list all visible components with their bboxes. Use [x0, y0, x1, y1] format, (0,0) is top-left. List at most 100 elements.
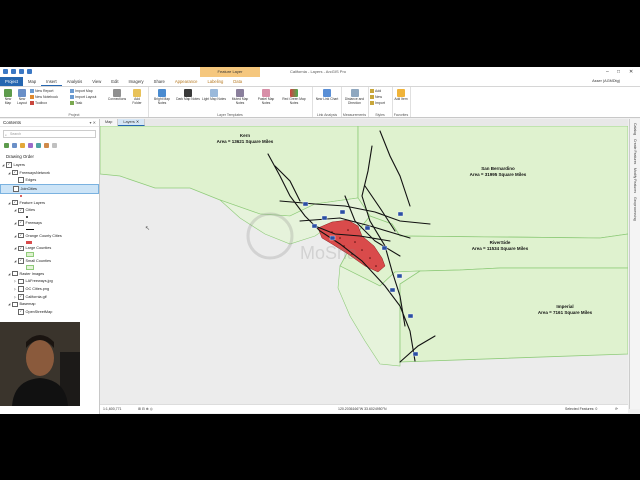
layer-row[interactable]: JoinCities	[0, 184, 99, 194]
layer-row[interactable]: Edges	[0, 176, 99, 184]
minimize-icon[interactable]: –	[606, 67, 609, 77]
layer-visibility-checkbox[interactable]: ✓	[6, 162, 12, 168]
expand-arrow-icon[interactable]: ▷	[14, 279, 17, 283]
template-red-green-button[interactable]: Red Green Map Notes	[280, 89, 308, 105]
new-map-button[interactable]: New Map	[2, 89, 14, 105]
template-pastel-button[interactable]: Pastel Map Notes	[254, 89, 278, 105]
layer-row[interactable]: ▷ OC Cities.png	[0, 285, 99, 293]
map-view[interactable]: Map Layers ✕ MoSha Kern Area = 13621 Squ…	[100, 119, 628, 409]
layer-row[interactable]: ◢ ✓ Small Counties	[0, 257, 99, 265]
undo-icon[interactable]	[19, 69, 24, 74]
refresh-icon[interactable]: ⟳	[615, 405, 618, 413]
new-report-button[interactable]: New Report	[30, 89, 53, 93]
layer-row[interactable]: ◢ ✓ FreewaysNetwork	[0, 169, 99, 177]
task-button[interactable]: Task	[70, 101, 82, 105]
layer-visibility-checkbox[interactable]	[12, 301, 18, 308]
style-add-button[interactable]: Add	[370, 89, 381, 93]
distance-direction-button[interactable]: Distance and Direction	[342, 89, 367, 105]
expand-arrow-icon[interactable]: ◢	[14, 234, 17, 238]
layer-row[interactable]: ◢ ✓ Large Counties	[0, 245, 99, 253]
signin-user[interactable]: Asser (AGMDtg)	[592, 77, 620, 86]
county-san-bernardino[interactable]	[357, 126, 628, 239]
new-notebook-button[interactable]: New Notebook	[30, 95, 58, 99]
layer-visibility-checkbox[interactable]	[18, 286, 24, 292]
maximize-icon[interactable]: □	[617, 67, 620, 77]
expand-arrow-icon[interactable]: ◢	[2, 163, 5, 167]
expand-arrow-icon[interactable]: ▷	[14, 295, 17, 299]
expand-arrow-icon[interactable]: ◢	[14, 246, 17, 250]
layer-visibility-checkbox[interactable]: ✓	[18, 258, 24, 264]
expand-arrow-icon[interactable]: ◢	[14, 259, 17, 263]
layer-visibility-checkbox[interactable]: ✓	[18, 207, 24, 214]
template-light-button[interactable]: Light Map Notes	[202, 89, 226, 102]
tab-project[interactable]: Project	[0, 77, 24, 86]
tab-map[interactable]: Map	[23, 77, 41, 86]
open-icon[interactable]	[11, 69, 16, 74]
layer-row[interactable]: ◢ ✓ Freeways	[0, 219, 99, 227]
close-icon[interactable]: ✕	[629, 67, 633, 77]
toolbox-button[interactable]: Toolbox	[30, 101, 47, 105]
layer-visibility-checkbox[interactable]	[18, 278, 24, 285]
new-layout-button[interactable]: New Layout	[16, 89, 28, 105]
county-imperial[interactable]	[399, 267, 628, 363]
layer-visibility-checkbox[interactable]: ✓	[18, 309, 24, 315]
tab-edit[interactable]: Edit	[106, 77, 123, 86]
layer-visibility-checkbox[interactable]: ✓	[18, 294, 24, 300]
layer-row[interactable]: ✓ OpenStreetMap	[0, 308, 99, 316]
template-bright-button[interactable]: Bright Map Notes	[150, 89, 174, 105]
new-link-chart-button[interactable]: New Link Chart	[315, 89, 339, 102]
expand-arrow-icon[interactable]: ◢	[14, 208, 17, 212]
tab-appearance[interactable]: Appearance	[170, 77, 203, 86]
tab-data[interactable]: Data	[228, 77, 247, 86]
snapping-icon[interactable]	[36, 142, 41, 148]
charts-icon[interactable]	[52, 142, 57, 148]
expand-arrow-icon[interactable]: ◢	[8, 201, 11, 205]
import-layout-button[interactable]: Import Layout	[70, 95, 96, 99]
layer-row[interactable]: ◢ Raster Images	[0, 270, 99, 278]
layer-visibility-checkbox[interactable]: ✓	[18, 245, 24, 252]
import-map-button[interactable]: Import Map	[70, 89, 93, 93]
selection-icon[interactable]	[20, 142, 25, 148]
redo-icon[interactable]	[27, 69, 32, 74]
connections-button[interactable]: Connections	[107, 89, 127, 102]
save-icon[interactable]	[3, 69, 8, 74]
tab-view[interactable]: View	[87, 77, 106, 86]
drawing-order-icon[interactable]	[4, 142, 9, 148]
editing-icon[interactable]	[28, 142, 33, 148]
pane-options-icon[interactable]: ▾ ✕	[90, 119, 96, 126]
tab-analysis[interactable]: Analysis	[62, 77, 88, 86]
tab-labeling[interactable]: Labeling	[202, 77, 228, 86]
layer-visibility-checkbox[interactable]	[18, 177, 24, 183]
template-muted-button[interactable]: Muted Map Notes	[228, 89, 252, 105]
tab-insert[interactable]: Insert	[41, 77, 62, 86]
status-tools-icon[interactable]: ⊞ ⊟ ⊕ ◎	[138, 405, 153, 413]
layer-visibility-checkbox[interactable]: ✓	[12, 169, 18, 176]
tab-imagery[interactable]: Imagery	[124, 77, 149, 86]
contents-search-input[interactable]: ⌕ Search	[3, 130, 96, 138]
layer-row[interactable]: ◢ ✓ Cities	[0, 206, 99, 214]
pane-tab-create-features[interactable]: Create Features	[633, 139, 637, 164]
map-canvas[interactable]: MoSha Kern Area = 13621 Square Miles San…	[100, 126, 628, 409]
pane-tab-geoprocessing[interactable]: Geoprocessing	[633, 197, 637, 221]
layer-row[interactable]: ◢ ✓ Feature Layers	[0, 199, 99, 207]
layer-row[interactable]: ◢ ✓ Orange County Cities	[0, 232, 99, 240]
data-source-icon[interactable]	[12, 142, 17, 148]
map-tab-map[interactable]: Map	[100, 119, 119, 126]
map-tab-layers[interactable]: Layers ✕	[118, 119, 146, 126]
pane-tab-modify-features[interactable]: Modify Features	[633, 168, 637, 193]
layer-visibility-checkbox[interactable]	[12, 270, 18, 277]
add-item-button[interactable]: Add Item	[394, 89, 408, 102]
layer-row[interactable]: ◢ ✓ Layers	[0, 161, 99, 169]
layer-visibility-checkbox[interactable]: ✓	[18, 232, 24, 239]
layer-row[interactable]: ▷ ✓ California.gif	[0, 293, 99, 301]
style-import-button[interactable]: Import	[370, 101, 385, 105]
expand-arrow-icon[interactable]: ◢	[8, 171, 11, 175]
expand-arrow-icon[interactable]: ◢	[8, 302, 11, 306]
expand-arrow-icon[interactable]: ◢	[8, 272, 11, 276]
layer-row[interactable]: ▷ LAFreeways.jpg	[0, 278, 99, 286]
style-new-button[interactable]: New	[370, 95, 382, 99]
add-folder-button[interactable]: Add Folder	[129, 89, 145, 105]
layer-visibility-checkbox[interactable]: ✓	[12, 199, 18, 206]
expand-arrow-icon[interactable]: ▷	[14, 287, 17, 291]
tab-share[interactable]: Share	[149, 77, 170, 86]
